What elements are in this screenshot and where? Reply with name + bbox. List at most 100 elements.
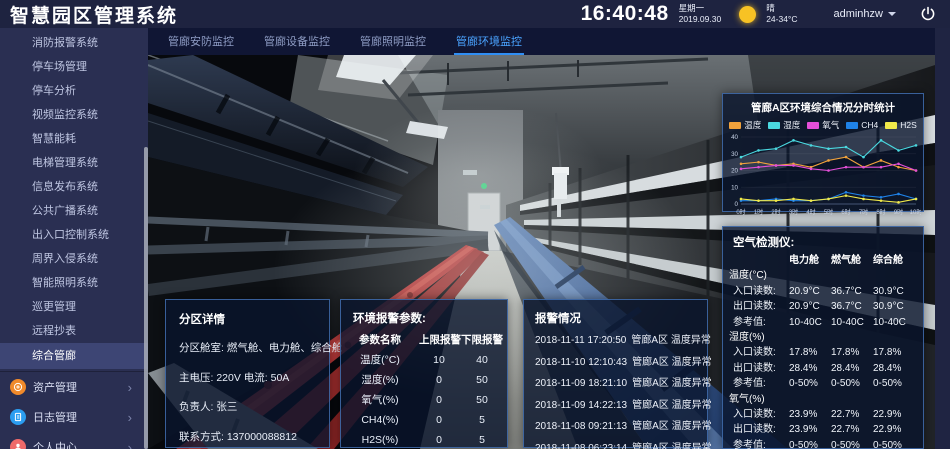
tab-environment-monitor[interactable]: 管廊环境监控 xyxy=(454,28,524,55)
legend-item[interactable]: H2S xyxy=(885,119,917,131)
username: adminhzw xyxy=(833,8,883,20)
air-row-label: 参考值: xyxy=(733,438,789,449)
air-value: 0-50% xyxy=(873,438,913,449)
air-row-label: 出口读数: xyxy=(733,422,789,437)
svg-text:30: 30 xyxy=(731,151,738,158)
power-button[interactable] xyxy=(920,6,936,22)
env-param-name: H2S(%) xyxy=(341,430,419,449)
user-menu[interactable]: adminhzw xyxy=(833,8,896,20)
sidebar-item-info-publish[interactable]: 信息发布系统 xyxy=(0,175,148,199)
air-value: 17.8% xyxy=(873,345,913,360)
svg-text:0时: 0时 xyxy=(736,208,745,216)
air-panel-title: 空气检测仪: xyxy=(733,234,913,250)
env-param-upper: 0 xyxy=(419,410,459,430)
alarm-time: 2018-11-11 17:20:50 xyxy=(535,335,626,346)
air-value: 30.9°C xyxy=(873,299,913,314)
air-value: 10-40C xyxy=(789,315,831,330)
alarm-row: 2018-11-09 14:22:13管廊A区 温度异常 xyxy=(535,395,696,417)
env-param-upper: 0 xyxy=(419,430,459,449)
sidebar-section-logs[interactable]: 日志管理 › xyxy=(0,402,148,432)
svg-text:5时: 5时 xyxy=(824,208,833,216)
tab-bar: 管廊安防监控 管廊设备监控 管廊照明监控 管廊环境监控 xyxy=(148,28,935,55)
sidebar-menu: 消防报警系统 停车场管理 停车分析 视频监控系统 智慧能耗 电梯管理系统 信息发… xyxy=(0,28,148,369)
air-value: 0-50% xyxy=(831,438,873,449)
air-value: 36.7°C xyxy=(831,284,873,299)
air-value: 17.8% xyxy=(789,345,831,360)
sidebar-item-pipe-gallery[interactable]: 综合管廊 xyxy=(0,343,148,369)
sidebar: 消防报警系统 停车场管理 停车分析 视频监控系统 智慧能耗 电梯管理系统 信息发… xyxy=(0,28,148,449)
tab-lighting-monitor[interactable]: 管廊照明监控 xyxy=(358,28,428,55)
env-param-upper: 10 xyxy=(419,350,459,370)
legend-label: 氧气 xyxy=(822,119,839,131)
air-col-power: 电力舱 xyxy=(789,253,831,268)
alarm-row: 2018-11-11 17:20:50管廊A区 温度异常 xyxy=(535,330,696,352)
chevron-right-icon: › xyxy=(128,441,132,449)
air-col-utility: 综合舱 xyxy=(873,253,913,268)
alarm-time: 2018-11-09 14:22:13 xyxy=(535,400,627,411)
sidebar-item-video-monitor[interactable]: 视频监控系统 xyxy=(0,103,148,127)
air-value: 30.9°C xyxy=(873,284,913,299)
sidebar-section-assets[interactable]: 资产管理 › xyxy=(0,372,148,402)
logs-icon xyxy=(10,409,26,425)
air-value: 0-50% xyxy=(873,376,913,391)
tab-equipment-monitor[interactable]: 管廊设备监控 xyxy=(262,28,332,55)
zone-panel-title: 分区详情 xyxy=(179,311,316,327)
sidebar-item-access-control[interactable]: 出入口控制系统 xyxy=(0,223,148,247)
air-row-label: 参考值: xyxy=(733,315,789,330)
svg-text:1时: 1时 xyxy=(754,208,763,216)
env-chart-panel: 管廊A区环境综合情况分时统计 温度湿度氧气CH4H2S 0102030400时1… xyxy=(722,93,924,212)
section-label: 资产管理 xyxy=(33,379,77,395)
air-detector-panel: 空气检测仪: 电力舱 燃气舱 综合舱 温度(°C) 入口读数: 20.9°C 3… xyxy=(722,226,924,449)
env-header-upper: 上限报警 xyxy=(419,330,459,350)
assets-icon xyxy=(10,379,26,395)
sidebar-item-energy[interactable]: 智慧能耗 xyxy=(0,127,148,151)
svg-text:2时: 2时 xyxy=(771,208,780,216)
sidebar-item-broadcast[interactable]: 公共广播系统 xyxy=(0,199,148,223)
air-value: 0-50% xyxy=(789,376,831,391)
sidebar-item-parking-mgmt[interactable]: 停车场管理 xyxy=(0,55,148,79)
svg-text:3时: 3时 xyxy=(789,208,798,216)
sidebar-item-parking-analysis[interactable]: 停车分析 xyxy=(0,79,148,103)
alarm-message: 管廊A区 温度异常 xyxy=(632,421,711,432)
alarm-panel-title: 报警情况 xyxy=(535,310,696,326)
zone-value: 燃气舱、电力舱、综合舱 xyxy=(227,342,343,354)
air-table: 电力舱 燃气舱 综合舱 温度(°C) 入口读数: 20.9°C 36.7°C 3… xyxy=(733,253,913,449)
legend-label: 温度 xyxy=(744,119,761,131)
date-block: 星期一 2019.09.30 xyxy=(679,3,722,25)
sidebar-item-remote-meter[interactable]: 远程抄表 xyxy=(0,319,148,343)
zone-value: 220V 电流: 50A xyxy=(216,372,289,384)
legend-item[interactable]: 氧气 xyxy=(807,119,839,131)
alarm-time: 2018-11-10 12:10:43 xyxy=(535,357,627,368)
env-header-lower: 下限报警 xyxy=(459,330,505,350)
sidebar-item-patrol[interactable]: 巡更管理 xyxy=(0,295,148,319)
env-header-name: 参数名称 xyxy=(341,330,419,350)
weekday-label: 星期一 xyxy=(679,3,722,14)
legend-label: 湿度 xyxy=(783,119,800,131)
alarm-time: 2018-11-08 06:23:14 xyxy=(535,443,627,449)
env-params-table: 参数名称 上限报警 下限报警 温度(°C) 10 40 湿度(%) 0 50 氧… xyxy=(341,330,507,449)
alarm-message: 管廊A区 温度异常 xyxy=(632,400,711,411)
legend-item[interactable]: CH4 xyxy=(846,119,878,131)
sidebar-item-perimeter[interactable]: 周界入侵系统 xyxy=(0,247,148,271)
clock: 16:40:48 xyxy=(581,2,669,26)
sidebar-item-smart-lighting[interactable]: 智能照明系统 xyxy=(0,271,148,295)
alarm-message: 管廊A区 温度异常 xyxy=(631,335,710,346)
air-row-label: 参考值: xyxy=(733,376,789,391)
legend-item[interactable]: 温度 xyxy=(729,119,761,131)
svg-text:0: 0 xyxy=(735,201,739,208)
env-param-name: 温度(°C) xyxy=(341,350,419,370)
alarm-row: 2018-11-09 18:21:10管廊A区 温度异常 xyxy=(535,373,696,395)
air-row-label: 出口读数: xyxy=(733,361,789,376)
tab-security-monitor[interactable]: 管廊安防监控 xyxy=(166,28,236,55)
sidebar-item-fire-alarm[interactable]: 消防报警系统 xyxy=(0,31,148,55)
svg-text:20: 20 xyxy=(731,168,738,175)
sidebar-section-profile[interactable]: 个人中心 › xyxy=(0,432,148,449)
sun-icon xyxy=(739,6,756,23)
legend-item[interactable]: 湿度 xyxy=(768,119,800,131)
sidebar-item-elevator[interactable]: 电梯管理系统 xyxy=(0,151,148,175)
legend-swatch-icon xyxy=(768,122,780,129)
svg-text:7时: 7时 xyxy=(859,208,868,216)
main-scrollbar[interactable] xyxy=(144,147,148,449)
chart-title: 管廊A区环境综合情况分时统计 xyxy=(723,94,923,115)
env-params-panel: 环境报警参数: 参数名称 上限报警 下限报警 温度(°C) 10 40 湿度(%… xyxy=(340,299,508,448)
